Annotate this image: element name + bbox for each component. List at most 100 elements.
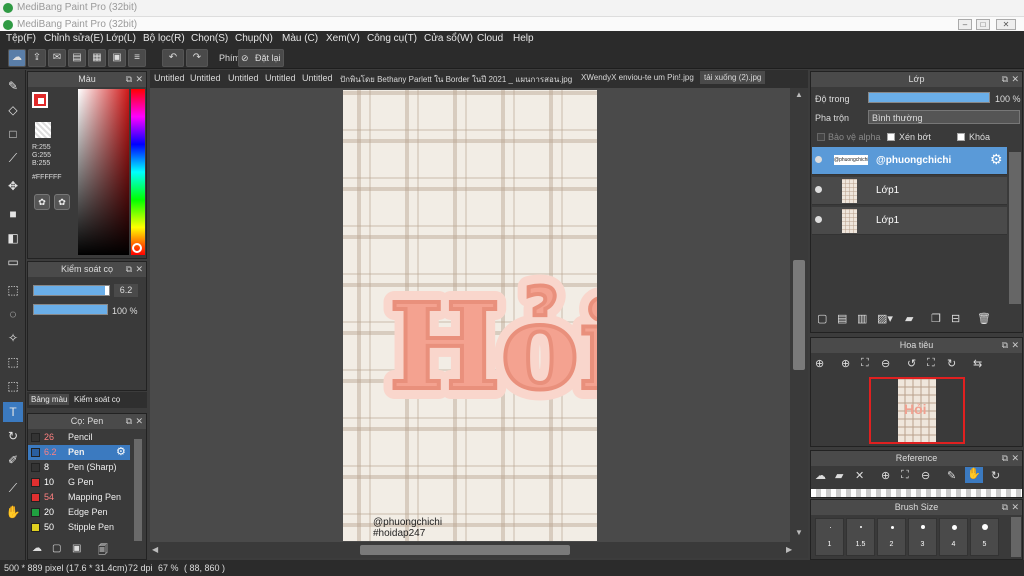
message-icon[interactable]: ▤ xyxy=(68,49,86,67)
clipping-checkbox[interactable] xyxy=(887,133,895,141)
menu-edit[interactable]: Chỉnh sửa(E) xyxy=(44,33,104,44)
new-8bit-layer-icon[interactable]: ▥ xyxy=(857,312,867,325)
brush-opacity-slider[interactable] xyxy=(33,304,108,315)
scroll-down-icon[interactable]: ▼ xyxy=(795,528,803,537)
zoom-in-icon[interactable]: ⊕ xyxy=(815,357,824,370)
rotate-icon[interactable]: ↻ xyxy=(991,469,1000,482)
select-pen-icon[interactable]: ⬚ xyxy=(3,352,23,372)
zoom-in-icon[interactable]: ⊕ xyxy=(881,469,890,482)
bucket-icon[interactable]: ◧ xyxy=(3,228,23,248)
operation-tool-icon[interactable]: ↻ xyxy=(3,426,23,446)
hand-tool-icon[interactable]: ✋ xyxy=(3,502,23,522)
palette-add-icon[interactable]: ✿ xyxy=(54,194,70,210)
menu-select[interactable]: Chọn(S) xyxy=(191,33,228,44)
tab-brush-control[interactable]: Kiểm soát cọ xyxy=(72,394,122,405)
brush-size-cell[interactable]: 1 xyxy=(815,518,844,556)
menu-view[interactable]: Xem(V) xyxy=(326,33,360,44)
move-tool-icon[interactable]: ✥ xyxy=(3,176,23,196)
menu-filter[interactable]: Bộ lọc(R) xyxy=(143,33,185,44)
close-icon[interactable]: ✕ xyxy=(135,72,143,87)
palette-icon[interactable]: ✿ xyxy=(34,194,50,210)
undock-icon[interactable]: ⧉ xyxy=(1002,500,1008,515)
rotate-right-icon[interactable]: ↻ xyxy=(947,357,956,370)
flip-icon[interactable]: ⇆ xyxy=(973,357,982,370)
cloud-icon[interactable]: ☁ xyxy=(8,49,26,67)
close-icon[interactable]: ✕ xyxy=(135,414,143,429)
rectangle-fill-icon[interactable]: ■ xyxy=(3,204,23,224)
layer-opacity-slider[interactable] xyxy=(868,92,990,103)
hue-slider[interactable] xyxy=(131,89,145,255)
gradient-icon[interactable]: ▭ xyxy=(3,252,23,272)
undock-icon[interactable]: ⧉ xyxy=(1002,338,1008,353)
delete-layer-icon[interactable]: 🗑 xyxy=(977,312,991,325)
folder-icon[interactable]: ▰ xyxy=(905,312,913,325)
minimize-button[interactable]: – xyxy=(958,19,972,30)
visibility-icon[interactable] xyxy=(815,186,822,193)
brush-item[interactable]: 20 Edge Pen xyxy=(28,505,130,520)
document-tab[interactable]: Untitled xyxy=(154,73,185,83)
navigator-viewport[interactable]: Hỏi xyxy=(869,377,965,444)
brush-size-slider[interactable] xyxy=(33,285,110,296)
menu-capture[interactable]: Chụp(N) xyxy=(235,33,273,44)
layer-row[interactable]: Lớp1 xyxy=(812,177,1007,205)
undock-icon[interactable]: ⧉ xyxy=(1002,72,1008,87)
select-eraser-icon[interactable]: ⬚ xyxy=(3,376,23,396)
eraser-tool-icon[interactable]: ◇ xyxy=(3,100,23,120)
menu-tools[interactable]: Công cụ(T) xyxy=(367,33,417,44)
brush-list-scrollbar[interactable] xyxy=(134,439,142,541)
menu-help[interactable]: Help xyxy=(513,33,534,44)
list-icon[interactable]: ≡ xyxy=(128,49,146,67)
fit-icon[interactable]: ⛶ xyxy=(861,357,869,370)
select-rect-icon[interactable]: ⬚ xyxy=(3,280,23,300)
zoom-out-icon[interactable]: ⊖ xyxy=(881,357,890,370)
document-tab[interactable]: Untitled xyxy=(228,73,259,83)
open-folder-icon[interactable]: ▰ xyxy=(835,469,843,482)
close-icon[interactable]: ✕ xyxy=(1011,451,1019,466)
zoom-out-icon[interactable]: ⊖ xyxy=(921,469,930,482)
eyedropper-icon[interactable]: ⟋ xyxy=(3,478,23,498)
protect-alpha-checkbox[interactable] xyxy=(817,133,825,141)
document-tab[interactable]: Untitled xyxy=(190,73,221,83)
saturation-value-picker[interactable] xyxy=(78,89,129,255)
close-button[interactable]: ✕ xyxy=(996,19,1016,30)
scroll-left-icon[interactable]: ◀ xyxy=(152,545,158,554)
gear-icon[interactable]: ⚙ xyxy=(990,151,1003,168)
maximize-button[interactable]: □ xyxy=(976,19,990,30)
brush-item[interactable]: 6.2 Pen ⚙ xyxy=(28,445,130,460)
close-icon[interactable]: ✕ xyxy=(1011,72,1019,87)
horizontal-scroll-thumb[interactable] xyxy=(360,545,570,555)
add-brush-menu-icon[interactable]: ▣ xyxy=(72,543,81,554)
brush-item[interactable]: 26 Pencil xyxy=(28,430,130,445)
undock-icon[interactable]: ⧉ xyxy=(126,72,132,87)
undock-icon[interactable]: ⧉ xyxy=(126,262,132,277)
brush-tool-icon[interactable]: ✎ xyxy=(3,76,23,96)
comment-icon[interactable]: ✉ xyxy=(48,49,66,67)
document-tab-active[interactable]: tải xuống (2).jpg xyxy=(700,71,766,84)
eyedropper-icon[interactable]: ✎ xyxy=(947,469,956,482)
close-reference-icon[interactable]: ✕ xyxy=(855,469,864,482)
lock-checkbox[interactable] xyxy=(957,133,965,141)
brush-item[interactable]: 8 Pen (Sharp) xyxy=(28,460,130,475)
brush-size-cell[interactable]: 1.5 xyxy=(846,518,875,556)
document-tab[interactable]: Untitled xyxy=(265,73,296,83)
close-icon[interactable]: ✕ xyxy=(1011,500,1019,515)
cloud-open-icon[interactable]: ☁ xyxy=(815,469,826,482)
gear-icon[interactable]: ⚙ xyxy=(116,445,126,458)
close-icon[interactable]: ✕ xyxy=(1011,338,1019,353)
layer-list-scrollbar[interactable] xyxy=(1009,152,1021,304)
brush-size-cell[interactable]: 2 xyxy=(877,518,906,556)
menu-file[interactable]: Tệp(F) xyxy=(6,33,36,44)
grid-icon[interactable]: ▣ xyxy=(108,49,126,67)
reset-button[interactable]: ⊘ Đặt lại xyxy=(238,49,284,67)
close-icon[interactable]: ✕ xyxy=(135,262,143,277)
brush-size-cell[interactable]: 5 xyxy=(970,518,999,556)
hue-handle[interactable] xyxy=(132,243,142,253)
merge-layer-icon[interactable]: ⊟ xyxy=(951,312,960,325)
brush-size-cell[interactable]: 4 xyxy=(939,518,968,556)
hand-icon[interactable]: ✋ xyxy=(965,467,983,483)
brush-item[interactable]: 10 G Pen xyxy=(28,475,130,490)
lasso-icon[interactable]: ◌ xyxy=(3,304,23,324)
undo-button[interactable]: ↶ xyxy=(162,49,184,67)
visibility-icon[interactable] xyxy=(815,216,822,223)
divide-tool-icon[interactable]: ✐ xyxy=(3,450,23,470)
